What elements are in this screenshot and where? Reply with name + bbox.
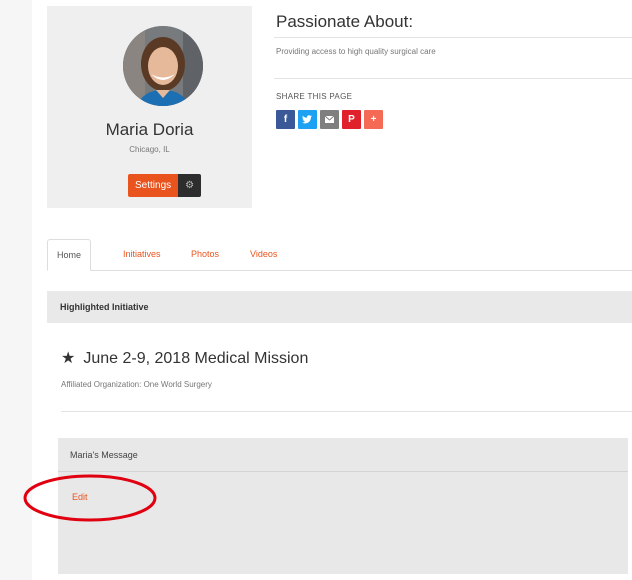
about-pane: Passionate About: Providing access to hi…	[274, 6, 632, 160]
profile-location: Chicago, IL	[129, 145, 170, 154]
profile-card: Maria Doria Chicago, IL Settings ⚙	[47, 6, 252, 208]
pinterest-icon[interactable]: P	[342, 110, 361, 129]
divider	[61, 411, 632, 412]
tab-photos[interactable]: Photos	[191, 239, 219, 269]
divider	[274, 78, 632, 79]
message-panel: Maria's Message Edit	[58, 438, 628, 574]
initiative-heading[interactable]: ★ June 2-9, 2018 Medical Mission	[61, 348, 308, 368]
message-header: Maria's Message	[58, 438, 628, 472]
twitter-icon[interactable]	[298, 110, 317, 129]
initiative-title[interactable]: June 2-9, 2018 Medical Mission	[83, 350, 308, 367]
profile-tabs: Home Initiatives Photos Videos	[47, 239, 632, 271]
divider	[274, 37, 632, 38]
settings-button[interactable]: Settings	[128, 174, 179, 197]
settings-group: Settings ⚙	[128, 174, 202, 197]
affiliated-organization: Affiliated Organization: One World Surge…	[61, 380, 212, 389]
tab-home[interactable]: Home	[47, 239, 92, 271]
avatar[interactable]	[123, 26, 203, 106]
highlighted-initiative-header: Highlighted Initiative	[47, 291, 632, 323]
avatar-photo	[123, 26, 203, 106]
more-share-icon[interactable]: +	[364, 110, 383, 129]
email-icon[interactable]	[320, 110, 339, 129]
share-buttons: f P +	[276, 110, 383, 129]
passion-heading: Passionate About:	[276, 12, 414, 31]
profile-name: Maria Doria	[105, 120, 194, 139]
tab-videos[interactable]: Videos	[250, 239, 277, 269]
share-label: SHARE THIS PAGE	[276, 92, 353, 101]
gear-icon[interactable]: ⚙	[178, 174, 202, 197]
passion-text: Providing access to high quality surgica…	[276, 47, 436, 56]
highlighted-initiative-title: Highlighted Initiative	[60, 302, 149, 312]
message-title: Maria's Message	[70, 450, 138, 460]
tab-initiatives[interactable]: Initiatives	[123, 239, 161, 269]
envelope-icon	[324, 115, 335, 123]
twitter-bird-icon	[302, 115, 312, 124]
edit-link[interactable]: Edit	[72, 492, 88, 502]
facebook-icon[interactable]: f	[276, 110, 295, 129]
profile-page: Maria Doria Chicago, IL Settings ⚙ Passi…	[32, 0, 632, 580]
star-icon: ★	[61, 350, 76, 367]
